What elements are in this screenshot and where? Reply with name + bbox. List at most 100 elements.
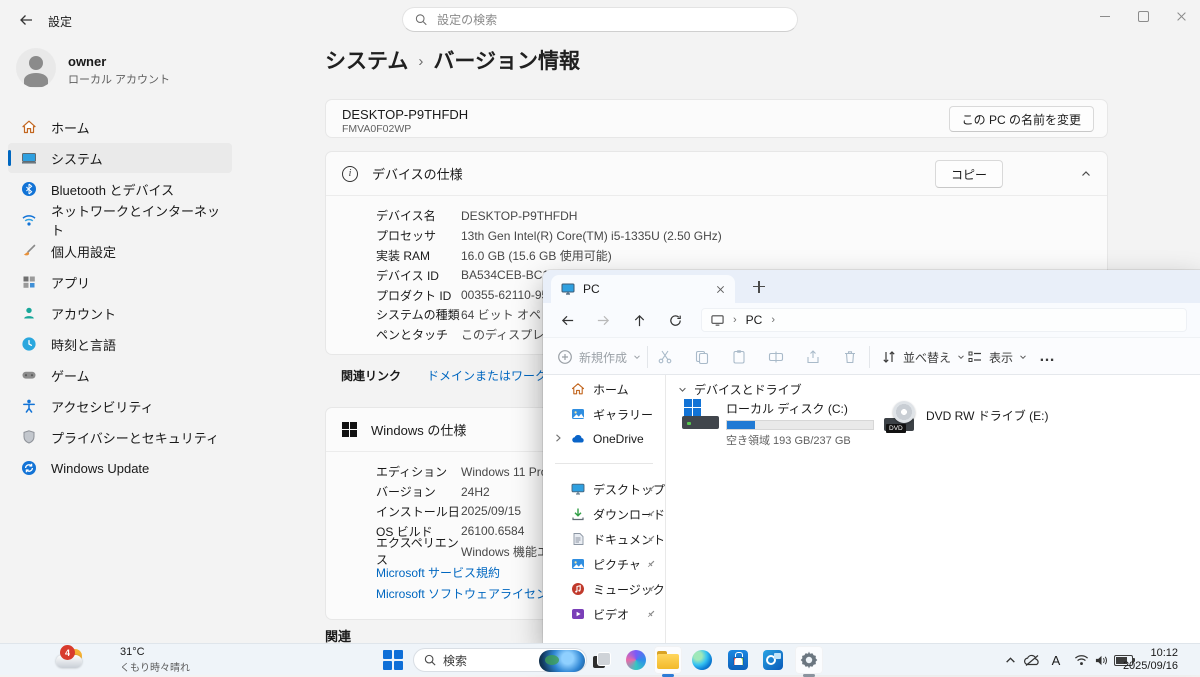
gallery-icon (571, 407, 585, 421)
cut-icon (657, 349, 673, 365)
start-button[interactable] (383, 650, 403, 670)
refresh-icon (668, 313, 683, 328)
tray-chevron-button[interactable] (1002, 648, 1018, 672)
sidebar-item-home[interactable]: ホーム (8, 112, 232, 142)
nav-up-button[interactable] (629, 310, 649, 330)
close-icon (1176, 11, 1187, 22)
sidebar-item-windows-update[interactable]: Windows Update (8, 453, 232, 483)
devices-drives-section[interactable]: デバイスとドライブ (678, 381, 802, 398)
ime-mode-button[interactable]: A (1048, 648, 1064, 672)
sidebar-label: システム (51, 149, 103, 168)
rename-icon (768, 349, 784, 365)
settings-taskbar-button[interactable] (795, 646, 823, 674)
selected-indicator (8, 150, 11, 166)
sidebar-item-personalization[interactable]: 個人用設定 (8, 236, 232, 266)
local-disk-item[interactable]: ローカル ディスク (C:) 空き領域 193 GB/237 GB (726, 400, 874, 448)
sidebar-item-bluetooth[interactable]: Bluetooth とデバイス (8, 174, 232, 204)
copy-button[interactable]: コピー (935, 160, 1003, 188)
sidebar-item-network[interactable]: ネットワークとインターネット (8, 205, 232, 235)
nav-item-onedrive[interactable]: OneDrive (571, 427, 644, 451)
chevron-down-icon (1019, 353, 1027, 361)
file-explorer-button[interactable] (654, 646, 682, 674)
sidebar-label: Bluetooth とデバイス (51, 180, 174, 199)
collapse-chevron-icon[interactable] (1081, 169, 1091, 179)
explorer-tab-pc[interactable]: PC (551, 275, 735, 303)
view-button[interactable]: 表示 (967, 338, 1027, 376)
sidebar-item-apps[interactable]: アプリ (8, 267, 232, 297)
share-button[interactable] (805, 338, 821, 376)
this-pc-icon (711, 314, 724, 327)
edge-icon (692, 650, 712, 670)
paste-button[interactable] (731, 338, 747, 376)
nav-item-gallery[interactable]: ギャラリー (571, 402, 653, 426)
explorer-window: PC › PC › 新規作成 並べ替え (543, 270, 1200, 643)
expand-chevron-icon[interactable] (553, 433, 563, 443)
tray-clock[interactable]: 10:12 2025/09/16 (1108, 647, 1178, 673)
rename-pc-button[interactable]: この PC の名前を変更 (949, 106, 1094, 132)
weather-widget[interactable]: 4 (54, 647, 94, 673)
nav-label: ビデオ (593, 606, 629, 623)
drive-led (687, 422, 691, 425)
onedrive-tray-button[interactable] (1022, 648, 1042, 672)
outlook-button[interactable] (761, 648, 785, 672)
accessibility-icon (21, 398, 37, 414)
settings-search[interactable] (402, 7, 798, 32)
sidebar-label: Windows Update (51, 461, 149, 476)
sidebar-item-gaming[interactable]: ゲーム (8, 360, 232, 390)
breadcrumb-parent[interactable]: システム (325, 45, 408, 75)
speaker-icon (1094, 654, 1109, 667)
copilot-button[interactable] (624, 648, 648, 672)
wifi-tray-button[interactable] (1072, 648, 1090, 672)
sidebar-item-privacy[interactable]: プライバシーとセキュリティ (8, 422, 232, 452)
tab-close-icon[interactable] (716, 285, 725, 294)
task-view-button[interactable] (588, 648, 612, 672)
forward-arrow-icon (596, 313, 611, 328)
rename-button[interactable] (768, 338, 784, 376)
maximize-button[interactable] (1124, 0, 1162, 32)
edge-button[interactable] (690, 648, 714, 672)
windows-specs-rows: エディションWindows 11 Pro バージョン24H2 インストール日20… (376, 462, 561, 561)
spec-row: プロセッサ13th Gen Intel(R) Core(TM) i5-1335U… (376, 226, 722, 246)
address-breadcrumb[interactable]: › PC › (701, 308, 1187, 332)
taskbar-search-label: 検索 (443, 652, 467, 669)
onedrive-cloud-icon (571, 432, 585, 446)
refresh-button[interactable] (665, 310, 685, 330)
avatar[interactable] (16, 48, 56, 88)
nav-back-button[interactable] (557, 310, 577, 330)
delete-button[interactable] (842, 338, 858, 376)
sidebar-item-time-language[interactable]: 時刻と言語 (8, 329, 232, 359)
weather-temperature[interactable]: 31°C (120, 646, 145, 658)
crumb-pc[interactable]: PC (746, 313, 763, 327)
sidebar-label: 時刻と言語 (51, 335, 116, 354)
onedrive-paused-icon (1023, 653, 1041, 667)
weather-condition[interactable]: くもり時々晴れ (120, 659, 190, 674)
copy-button[interactable] (694, 338, 710, 376)
more-options-button[interactable]: … (1039, 338, 1055, 376)
sidebar-item-system[interactable]: システム (8, 143, 232, 173)
dvd-drive-item[interactable]: DVD RW ドライブ (E:) (926, 407, 1048, 424)
close-button[interactable] (1162, 0, 1200, 32)
cut-button[interactable] (657, 338, 673, 376)
minimize-button[interactable] (1086, 0, 1124, 32)
device-specs-header[interactable]: i デバイスの仕様 コピー (326, 152, 1107, 196)
sort-button[interactable]: 並べ替え (881, 338, 965, 376)
settings-search-input[interactable] (435, 12, 785, 28)
gamepad-icon (21, 367, 37, 383)
dvd-drive-icon[interactable]: DVD (884, 401, 922, 433)
nav-item-videos[interactable]: ビデオ (571, 602, 629, 626)
explorer-toolbar: 新規作成 並べ替え 表示 … (543, 337, 1200, 375)
local-disk-icon[interactable] (682, 399, 722, 431)
nav-item-home[interactable]: ホーム (571, 377, 629, 401)
new-label: 新規作成 (579, 349, 627, 366)
new-tab-button[interactable] (751, 279, 767, 295)
avatar-head (29, 56, 43, 70)
nav-forward-button[interactable] (593, 310, 613, 330)
taskbar-search[interactable]: 検索 (413, 648, 587, 672)
new-button[interactable]: 新規作成 (557, 338, 641, 376)
sidebar-item-accounts[interactable]: アカウント (8, 298, 232, 328)
pin-icon (645, 533, 657, 545)
sidebar-item-accessibility[interactable]: アクセシビリティ (8, 391, 232, 421)
store-button[interactable] (726, 648, 750, 672)
nav-item-pictures[interactable]: ピクチャ (571, 552, 641, 576)
back-button[interactable] (14, 8, 38, 32)
